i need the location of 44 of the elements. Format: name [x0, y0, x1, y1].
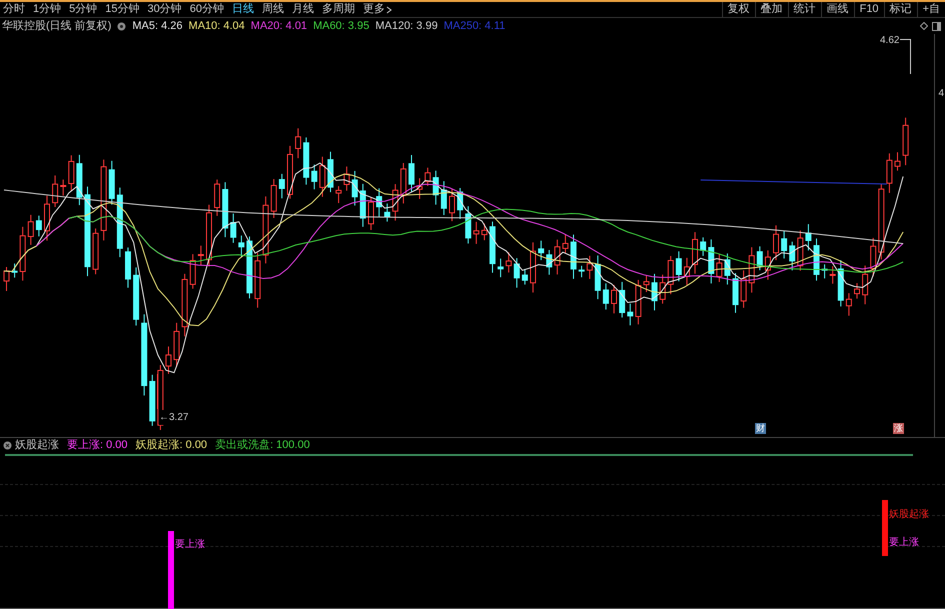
more-button[interactable]: 更多: [363, 2, 392, 18]
leader-line: [157, 374, 158, 409]
leader-line: [900, 39, 911, 74]
period-tab[interactable]: 分时: [3, 2, 25, 18]
period-tab[interactable]: 日线: [232, 2, 254, 18]
signal-label: 要上涨: [175, 538, 205, 552]
price-axis-label: 4: [938, 87, 944, 101]
period-tab[interactable]: 5分钟: [69, 2, 98, 18]
indicator-value: 卖出或洗盘: 100.00: [215, 438, 310, 454]
close-icon[interactable]: [3, 441, 12, 450]
panel-icon[interactable]: [932, 22, 941, 30]
low-price-label: ←3.27: [159, 410, 188, 425]
event-marker[interactable]: 财: [755, 423, 766, 434]
indicator-value: 要上涨: 0.00: [67, 438, 128, 454]
settings-icon[interactable]: [117, 22, 126, 30]
ma-value: MA250: 4.11: [444, 18, 506, 34]
signal-label: 妖股起涨: [889, 508, 929, 522]
period-tab[interactable]: 30分钟: [148, 2, 182, 18]
period-tab[interactable]: 月线: [292, 2, 314, 18]
high-price-label: 4.62: [880, 34, 900, 48]
ma-value: MA60: 3.95: [313, 18, 370, 34]
event-marker[interactable]: 涨: [893, 423, 904, 434]
period-tab[interactable]: 1分钟: [33, 2, 62, 18]
ma-value: MA5: 4.26: [132, 18, 183, 34]
period-tab[interactable]: 60分钟: [190, 2, 224, 18]
toolbar-button[interactable]: 复权: [722, 2, 755, 17]
toolbar-button[interactable]: 统计: [788, 2, 821, 17]
period-tab[interactable]: 多周期: [322, 2, 355, 18]
toolbar-button[interactable]: 画线: [820, 2, 854, 17]
toolbar-button[interactable]: F10: [854, 2, 884, 17]
diamond-icon[interactable]: [920, 22, 928, 30]
toolbar-button[interactable]: +自: [916, 2, 945, 17]
indicator-title: 妖股起涨: [15, 438, 59, 454]
ma-value: MA120: 3.99: [375, 18, 438, 34]
toolbar-button[interactable]: 叠加: [754, 2, 788, 17]
indicator-value: 妖股起涨: 0.00: [136, 438, 208, 454]
signal-label: 要上涨: [889, 536, 920, 550]
toolbar-button[interactable]: 标记: [884, 2, 917, 17]
chevron-right-icon: [386, 6, 392, 14]
ma-value: MA10: 4.04: [188, 18, 245, 34]
chart-title: 华联控股(日线 前复权): [2, 18, 112, 34]
period-tab[interactable]: 周线: [262, 2, 284, 18]
ma-value: MA20: 4.01: [250, 18, 308, 34]
period-tab[interactable]: 15分钟: [105, 2, 140, 18]
